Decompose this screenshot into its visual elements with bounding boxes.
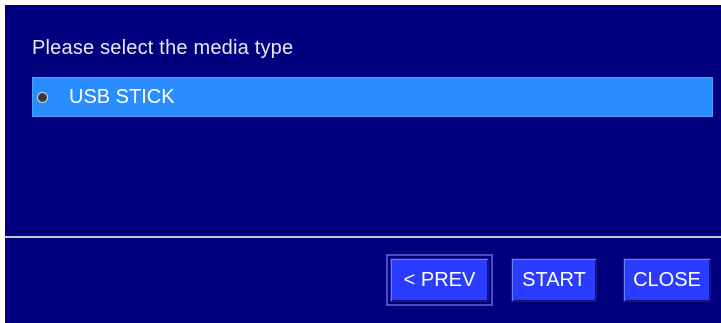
close-button[interactable]: CLOSE [623, 258, 711, 302]
prompt-text: Please select the media type [32, 37, 294, 59]
start-button[interactable]: START [511, 258, 597, 302]
radio-selected-icon [37, 91, 48, 103]
media-select-dialog: Please select the media type USB STICK <… [5, 5, 721, 323]
prev-button[interactable]: < PREV [386, 254, 493, 306]
divider [5, 236, 721, 238]
media-option-usb-stick[interactable]: USB STICK [32, 77, 713, 117]
media-option-label: USB STICK [69, 85, 175, 108]
